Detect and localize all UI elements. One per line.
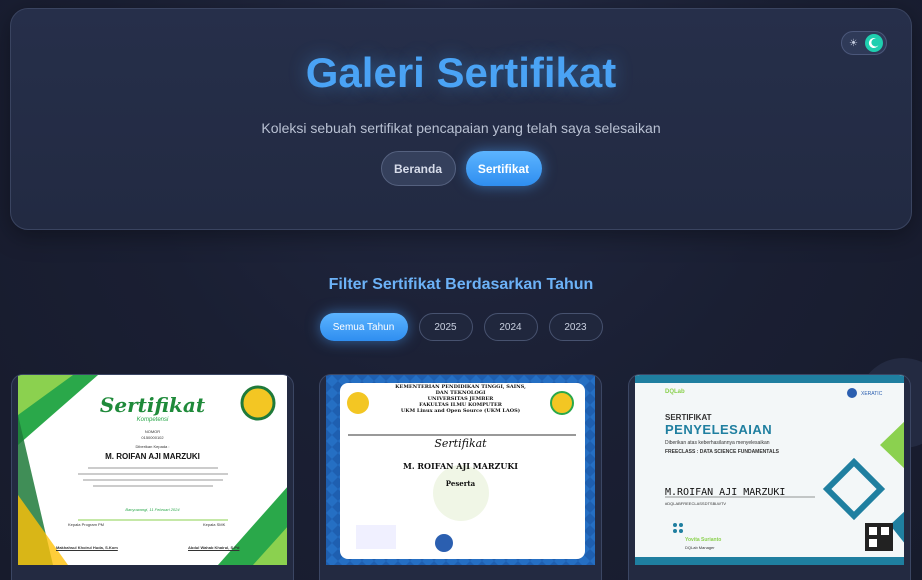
filter-2025[interactable]: 2025	[418, 313, 473, 341]
sun-icon: ☀	[849, 37, 858, 49]
nav-home-button[interactable]: Beranda	[380, 151, 456, 186]
cert2-name: M. ROIFAN AJI MARZUKI	[402, 461, 519, 471]
cert1-number: 0150000102	[141, 435, 164, 440]
page-subtitle: Koleksi sebuah sertifikat pencapaian yan…	[261, 120, 661, 136]
certificate-card-ukm-laos[interactable]: KEMENTERIAN PENDIDIKAN TINGGI, SAINS, DA…	[319, 374, 602, 580]
cert3-name: M.ROIFAN AJI MARZUKI	[665, 487, 786, 498]
nav-certificates-button[interactable]: Sertifikat	[465, 151, 542, 186]
certificate-image: Sertifikat Kompetensi NOMOR 0150000102 D…	[18, 375, 287, 565]
cert1-text-line	[83, 479, 223, 481]
cert3-heading-small: SERTIFIKAT	[665, 413, 712, 422]
cert1-text-line	[93, 485, 213, 487]
filter-title: Filter Sertifikat Berdasarkan Tahun	[328, 276, 594, 293]
cert3-heading: PENYELESAIAN	[665, 422, 773, 437]
certificate-card-competency[interactable]: Sertifikat Kompetensi NOMOR 0150000102 D…	[11, 374, 294, 580]
cert1-number-label: NOMOR	[144, 429, 161, 434]
cert3-given-text: Diberikan atas keberhasilannya menyelesa…	[665, 440, 770, 446]
cert1-sign-right-title: Kepala SMK	[203, 522, 226, 527]
filter-2024[interactable]: 2024	[483, 313, 538, 341]
cert2-institution-line: UKM Linux and Open Source (UKM LAOS)	[400, 408, 521, 414]
main-nav: Beranda Sertifikat	[11, 151, 911, 186]
cert1-text-line	[78, 473, 228, 475]
certificate-frame	[635, 375, 904, 565]
cert1-name: M. ROIFAN AJI MARZUKI	[105, 452, 200, 461]
cert1-date: Banyuwangi, 11 Februari 2024	[125, 507, 180, 512]
filter-2023[interactable]: 2023	[548, 313, 603, 341]
cert3-course: FREECLASS : DATA SCIENCE FUNDAMENTALS	[665, 449, 779, 455]
year-filter: Semua Tahun 2025 2024 2023	[0, 313, 922, 341]
cert2-heading: Sertifikat	[434, 437, 487, 450]
cert2-institution: KEMENTERIAN PENDIDIKAN TINGGI, SAINS, DA…	[326, 384, 595, 414]
cert3-code: #DQLABFREECLASSDTSBLWTV	[665, 501, 727, 506]
hero-panel: ☀ Galeri Sertifikat Koleksi sebuah serti…	[10, 8, 912, 230]
cert1-heading: Sertifikat	[99, 393, 206, 417]
certificate-image: DQLab XERATIC SERTIFIKAT PENYELESAIAN Di…	[635, 375, 904, 565]
cert3-signer: Yovita Surianto	[685, 537, 722, 543]
cert1-sign-left-title: Kepala Program PM	[68, 522, 105, 527]
certificate-card-dqlab[interactable]: DQLab XERATIC SERTIFIKAT PENYELESAIAN Di…	[628, 374, 911, 580]
cert1-sign-right-name: Abdul Wahab Khairul, S.Pd	[188, 545, 240, 550]
certificate-image: KEMENTERIAN PENDIDIKAN TINGGI, SAINS, DA…	[326, 375, 595, 565]
cert1-sign-left-name: Makhahsul Khoirul Huda, S.Kom	[56, 545, 118, 550]
cert2-role: Peserta	[445, 479, 476, 488]
filter-all-years[interactable]: Semua Tahun	[319, 313, 408, 341]
cert3-brand-right: XERATIC	[861, 391, 883, 397]
cert3-brand-left: DQLab	[665, 389, 685, 395]
page-title: Galeri Sertifikat	[305, 49, 617, 96]
cert3-signer-role: DQLab Manager	[685, 545, 715, 550]
cert1-subheading: Kompetensi	[136, 417, 169, 423]
cert1-text-line	[88, 467, 218, 469]
cert1-given-to: Diberikan Kepada :	[135, 444, 170, 449]
